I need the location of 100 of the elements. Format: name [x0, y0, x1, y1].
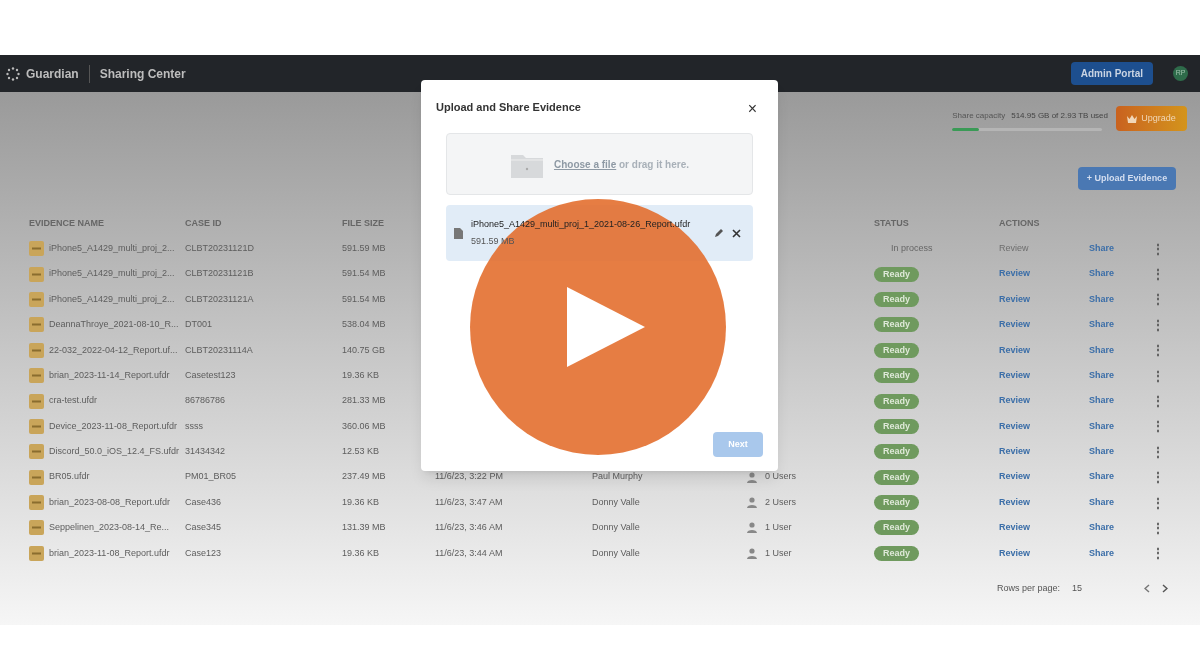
crown-icon	[1127, 114, 1138, 123]
column-header[interactable]: FILE SIZE	[342, 218, 384, 229]
case-id: CLBT20231121B	[185, 267, 254, 281]
case-id: Casetest123	[185, 368, 236, 382]
file-size: 281.33 MB	[342, 394, 386, 408]
evidence-name[interactable]: brian_2023-11-08_Report.ufdr	[49, 546, 170, 561]
play-icon	[567, 287, 645, 367]
status-badge: Ready	[874, 469, 919, 485]
evidence-name[interactable]: Seppelinen_2023-08-14_Re...	[49, 521, 170, 535]
file-size: 19.36 KB	[342, 368, 380, 382]
column-header[interactable]: CASE ID	[185, 218, 222, 229]
share-link[interactable]: Share	[1089, 292, 1114, 307]
next-page-icon[interactable]	[1162, 583, 1168, 593]
evidence-name[interactable]: cra-test.ufdr	[49, 394, 97, 408]
file-type-icon	[29, 393, 44, 409]
dialog-title: Upload and Share Evidence	[436, 99, 581, 115]
file-size: 140.75 GB	[342, 343, 386, 357]
review-link[interactable]: Review	[999, 394, 1031, 408]
review-link[interactable]: Review	[999, 318, 1031, 332]
date-cell-text: 11/6/23, 3:47 AM	[435, 495, 503, 509]
share-link[interactable]: Share	[1089, 470, 1114, 484]
file-icon	[454, 227, 463, 239]
more-menu[interactable]: ⋮	[1152, 265, 1164, 284]
review-link[interactable]: Review	[999, 546, 1031, 561]
review-link[interactable]: Review	[999, 292, 1031, 307]
more-menu[interactable]: ⋮	[1152, 442, 1164, 461]
file-type-icon	[29, 368, 44, 384]
more-menu[interactable]: ⋮	[1152, 366, 1164, 385]
review-link[interactable]: Review	[999, 343, 1031, 357]
rows-per-page-dropdown[interactable]: 15	[1072, 581, 1082, 595]
more-menu[interactable]: ⋮	[1152, 519, 1164, 537]
case-id: PM01_BR05	[185, 470, 237, 484]
file-size: 360.06 MB	[342, 419, 386, 433]
status-badge: Ready	[874, 342, 919, 358]
share-link[interactable]: Share	[1089, 394, 1114, 408]
close-button[interactable]: ×	[747, 101, 757, 117]
evidence-name[interactable]: brian_2023-11-14_Report.ufdr	[49, 368, 170, 383]
status-badge: Ready	[874, 368, 919, 384]
file-size: 19.36 KB	[342, 546, 380, 560]
status-badge: Ready	[874, 444, 919, 460]
evidence-name[interactable]: BR05.ufdr	[49, 470, 90, 484]
file-type-icon	[29, 545, 44, 561]
evidence-name[interactable]: 22-032_2022-04-12_Report.uf...	[49, 343, 178, 357]
share-link[interactable]: Share	[1089, 241, 1114, 256]
review-link[interactable]: Review	[999, 419, 1031, 434]
more-menu[interactable]: ⋮	[1152, 493, 1164, 512]
more-menu[interactable]: ⋮	[1152, 544, 1164, 563]
more-menu[interactable]: ⋮	[1152, 468, 1164, 487]
capacity-label: Share capacity	[952, 110, 1006, 122]
admin-portal-button[interactable]: Admin Portal	[1070, 62, 1153, 85]
file-type-icon	[29, 241, 44, 257]
share-link[interactable]: Share	[1089, 521, 1114, 535]
more-menu[interactable]: ⋮	[1152, 341, 1164, 360]
file-type-icon	[29, 342, 44, 358]
status-badge: Ready	[874, 418, 919, 434]
review-link[interactable]: Review	[999, 267, 1031, 281]
review-link[interactable]: Review	[999, 470, 1031, 484]
review-link[interactable]: Review	[999, 368, 1031, 383]
column-header[interactable]: EVIDENCE NAME	[29, 218, 104, 229]
share-link[interactable]: Share	[1089, 368, 1114, 383]
evidence-name[interactable]: iPhone5_A1429_multi_proj_2...	[49, 267, 175, 281]
previous-page-icon[interactable]	[1144, 583, 1150, 593]
review-link[interactable]: Review	[999, 445, 1031, 459]
share-link[interactable]: Share	[1089, 267, 1114, 281]
evidence-name[interactable]: iPhone5_A1429_multi_proj_2...	[49, 241, 175, 256]
date-cell: 11/6/23, 3:22 PM	[435, 470, 503, 484]
more-menu[interactable]: ⋮	[1152, 239, 1164, 258]
more-menu[interactable]: ⋮	[1152, 417, 1164, 436]
share-link[interactable]: Share	[1089, 318, 1114, 332]
column-header[interactable]: ACTIONS	[999, 218, 1040, 229]
sharing-count: 1 User	[765, 521, 792, 535]
more-menu[interactable]: ⋮	[1152, 315, 1164, 334]
share-link[interactable]: Share	[1089, 495, 1114, 510]
evidence-name[interactable]: Device_2023-11-08_Report.ufdr	[49, 419, 177, 434]
choose-file-link[interactable]: Choose a file	[553, 158, 617, 170]
file-size: 12.53 KB	[342, 445, 380, 459]
share-link[interactable]: Share	[1089, 343, 1114, 357]
share-link[interactable]: Share	[1089, 419, 1114, 434]
status-badge: Ready	[874, 495, 919, 511]
share-link[interactable]: Share	[1089, 546, 1114, 561]
case-id: CLBT20231121A	[185, 292, 254, 306]
rows-per-page-label: Rows per page:	[996, 581, 1060, 595]
upload-evidence-button[interactable]: + Upload Evidence	[1078, 167, 1176, 190]
more-menu[interactable]: ⋮	[1152, 290, 1164, 309]
remove-icon[interactable]	[732, 228, 741, 238]
upgrade-button[interactable]: Upgrade	[1116, 106, 1187, 131]
evidence-name[interactable]: iPhone5_A1429_multi_proj_2...	[49, 292, 175, 307]
case-id: Case123	[185, 546, 222, 560]
review-link[interactable]: Review	[999, 495, 1031, 510]
file-size: 19.36 KB	[342, 495, 380, 509]
evidence-name[interactable]: brian_2023-08-08_Report.ufdr	[49, 495, 171, 510]
review-link[interactable]: Review	[999, 521, 1031, 535]
share-link[interactable]: Share	[1089, 445, 1114, 459]
more-menu[interactable]: ⋮	[1152, 392, 1164, 411]
evidence-name[interactable]: DeannaThroye_2021-08-10_R...	[49, 318, 179, 332]
evidence-name[interactable]: Discord_50.0_iOS_12.4_FS.ufdr	[49, 445, 180, 459]
dropzone[interactable]: Choose a file or drag it here.	[446, 133, 753, 195]
pencil-icon[interactable]	[714, 228, 724, 238]
file-type-icon	[29, 266, 44, 282]
column-header[interactable]: STATUS	[874, 218, 909, 229]
